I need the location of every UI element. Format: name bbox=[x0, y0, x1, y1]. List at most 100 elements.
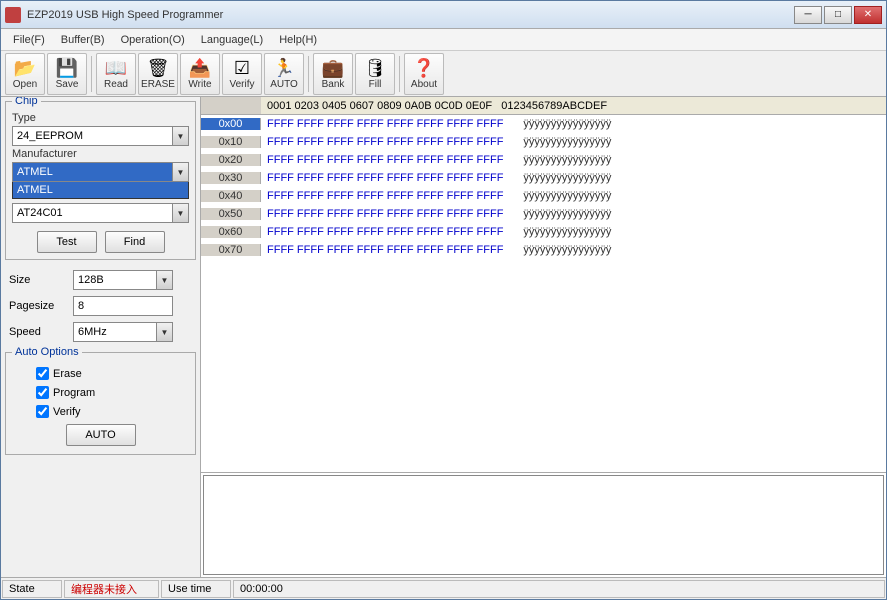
maximize-button[interactable]: □ bbox=[824, 6, 852, 24]
toolbar-label: About bbox=[411, 80, 437, 90]
chevron-down-icon: ▼ bbox=[172, 163, 188, 181]
chip-group-label: Chip bbox=[12, 97, 41, 107]
hex-addr: 0x10 bbox=[201, 136, 261, 148]
hex-header-cols: 0001 0203 0405 0607 0809 0A0B 0C0D 0E0F … bbox=[261, 100, 607, 112]
window-title: EZP2019 USB High Speed Programmer bbox=[27, 9, 794, 21]
hex-addr: 0x30 bbox=[201, 172, 261, 184]
toolbar-label: AUTO bbox=[270, 80, 298, 90]
speed-label: Speed bbox=[9, 326, 69, 338]
close-button[interactable]: ✕ bbox=[854, 6, 882, 24]
hex-bytes: FFFF FFFF FFFF FFFF FFFF FFFF FFFF FFFF bbox=[261, 172, 503, 184]
hex-row[interactable]: 0x70FFFF FFFF FFFF FFFF FFFF FFFF FFFF F… bbox=[201, 241, 886, 259]
hex-bytes: FFFF FFFF FFFF FFFF FFFF FFFF FFFF FFFF bbox=[261, 244, 503, 256]
chip-group: Chip Type 24_EEPROM ▼ Manufacturer ATMEL… bbox=[5, 101, 196, 260]
pagesize-input[interactable] bbox=[73, 296, 173, 316]
toolbar-fill-button[interactable]: 🛢Fill bbox=[355, 53, 395, 95]
hex-bytes: FFFF FFFF FFFF FFFF FFFF FFFF FFFF FFFF bbox=[261, 226, 503, 238]
menu-file[interactable]: File(F) bbox=[5, 31, 53, 49]
toolbar-label: Open bbox=[13, 80, 37, 90]
program-checkbox[interactable] bbox=[36, 386, 49, 399]
toolbar-erase-button[interactable]: 🗑ERASE bbox=[138, 53, 178, 95]
toolbar-about-button[interactable]: ❓About bbox=[404, 53, 444, 95]
hex-ascii: ÿÿÿÿÿÿÿÿÿÿÿÿÿÿÿÿ bbox=[503, 244, 611, 256]
hex-ascii: ÿÿÿÿÿÿÿÿÿÿÿÿÿÿÿÿ bbox=[503, 118, 611, 130]
hex-addr: 0x70 bbox=[201, 244, 261, 256]
toolbar-label: Write bbox=[188, 80, 211, 90]
hex-addr: 0x00 bbox=[201, 118, 261, 130]
toolbar-save-button[interactable]: 💾Save bbox=[47, 53, 87, 95]
bank-icon: 💼 bbox=[321, 57, 345, 79]
toolbar: 📂Open💾Save📖Read🗑ERASE📤Write☑Verify🏃AUTO💼… bbox=[1, 51, 886, 97]
hex-row[interactable]: 0x20FFFF FFFF FFFF FFFF FFFF FFFF FFFF F… bbox=[201, 151, 886, 169]
size-value: 128B bbox=[78, 274, 104, 286]
menu-buffer[interactable]: Buffer(B) bbox=[53, 31, 113, 49]
toolbar-label: Read bbox=[104, 80, 128, 90]
toolbar-bank-button[interactable]: 💼Bank bbox=[313, 53, 353, 95]
hex-header: 0001 0203 0405 0607 0809 0A0B 0C0D 0E0F … bbox=[201, 97, 886, 115]
hex-ascii: ÿÿÿÿÿÿÿÿÿÿÿÿÿÿÿÿ bbox=[503, 172, 611, 184]
speed-combo[interactable]: 6MHz ▼ bbox=[73, 322, 173, 342]
toolbar-label: Fill bbox=[369, 80, 382, 90]
hex-ascii: ÿÿÿÿÿÿÿÿÿÿÿÿÿÿÿÿ bbox=[503, 136, 611, 148]
hex-bytes: FFFF FFFF FFFF FFFF FFFF FFFF FFFF FFFF bbox=[261, 154, 503, 166]
chevron-down-icon: ▼ bbox=[156, 323, 172, 341]
auto-options-label: Auto Options bbox=[12, 346, 82, 358]
toolbar-verify-button[interactable]: ☑Verify bbox=[222, 53, 262, 95]
hex-row[interactable]: 0x10FFFF FFFF FFFF FFFF FFFF FFFF FFFF F… bbox=[201, 133, 886, 151]
erase-checkbox[interactable] bbox=[36, 367, 49, 380]
about-icon: ❓ bbox=[412, 57, 436, 79]
test-button[interactable]: Test bbox=[37, 231, 97, 253]
hex-ascii: ÿÿÿÿÿÿÿÿÿÿÿÿÿÿÿÿ bbox=[503, 226, 611, 238]
erase-label: Erase bbox=[53, 368, 82, 380]
menu-language[interactable]: Language(L) bbox=[193, 31, 271, 49]
hex-bytes: FFFF FFFF FFFF FFFF FFFF FFFF FFFF FFFF bbox=[261, 190, 503, 202]
minimize-button[interactable]: ─ bbox=[794, 6, 822, 24]
menu-help[interactable]: Help(H) bbox=[271, 31, 325, 49]
param-grid: Size 128B ▼ Pagesize Speed 6MHz ▼ bbox=[5, 266, 196, 346]
hex-ascii: ÿÿÿÿÿÿÿÿÿÿÿÿÿÿÿÿ bbox=[503, 154, 611, 166]
auto-button[interactable]: AUTO bbox=[66, 424, 136, 446]
verify-checkbox[interactable] bbox=[36, 405, 49, 418]
hex-bytes: FFFF FFFF FFFF FFFF FFFF FFFF FFFF FFFF bbox=[261, 136, 503, 148]
auto-icon: 🏃 bbox=[272, 57, 296, 79]
chevron-down-icon: ▼ bbox=[156, 271, 172, 289]
toolbar-label: Verify bbox=[229, 80, 254, 90]
left-panel: Chip Type 24_EEPROM ▼ Manufacturer ATMEL… bbox=[1, 97, 201, 577]
verify-label: Verify bbox=[53, 406, 81, 418]
type-label: Type bbox=[12, 112, 189, 124]
statusbar: State 编程器未接入 Use time 00:00:00 bbox=[1, 577, 886, 599]
status-state-label: State bbox=[2, 580, 62, 598]
hex-row[interactable]: 0x30FFFF FFFF FFFF FFFF FFFF FFFF FFFF F… bbox=[201, 169, 886, 187]
toolbar-write-button[interactable]: 📤Write bbox=[180, 53, 220, 95]
hex-addr: 0x60 bbox=[201, 226, 261, 238]
hex-row[interactable]: 0x60FFFF FFFF FFFF FFFF FFFF FFFF FFFF F… bbox=[201, 223, 886, 241]
device-value: AT24C01 bbox=[17, 207, 63, 219]
device-combo[interactable]: AT24C01 ▼ bbox=[12, 203, 189, 223]
type-combo[interactable]: 24_EEPROM ▼ bbox=[12, 126, 189, 146]
hex-row[interactable]: 0x50FFFF FFFF FFFF FFFF FFFF FFFF FFFF F… bbox=[201, 205, 886, 223]
hex-row[interactable]: 0x00FFFF FFFF FFFF FFFF FFFF FFFF FFFF F… bbox=[201, 115, 886, 133]
app-icon bbox=[5, 7, 21, 23]
size-label: Size bbox=[9, 274, 69, 286]
type-value: 24_EEPROM bbox=[17, 130, 83, 142]
speed-value: 6MHz bbox=[78, 326, 107, 338]
toolbar-auto-button[interactable]: 🏃AUTO bbox=[264, 53, 304, 95]
hex-addr: 0x50 bbox=[201, 208, 261, 220]
manufacturer-label: Manufacturer bbox=[12, 148, 189, 160]
toolbar-label: ERASE bbox=[141, 80, 175, 90]
write-icon: 📤 bbox=[188, 57, 212, 79]
menu-operation[interactable]: Operation(O) bbox=[113, 31, 193, 49]
find-button[interactable]: Find bbox=[105, 231, 165, 253]
dropdown-item-atmel[interactable]: ATMEL bbox=[13, 182, 188, 198]
hex-addr: 0x40 bbox=[201, 190, 261, 202]
auto-options-group: Auto Options Erase Program Verify AUTO bbox=[5, 352, 196, 455]
hex-editor[interactable]: 0001 0203 0405 0607 0809 0A0B 0C0D 0E0F … bbox=[201, 97, 886, 473]
toolbar-read-button[interactable]: 📖Read bbox=[96, 53, 136, 95]
toolbar-open-button[interactable]: 📂Open bbox=[5, 53, 45, 95]
hex-ascii: ÿÿÿÿÿÿÿÿÿÿÿÿÿÿÿÿ bbox=[503, 190, 611, 202]
hex-row[interactable]: 0x40FFFF FFFF FFFF FFFF FFFF FFFF FFFF F… bbox=[201, 187, 886, 205]
menubar: File(F) Buffer(B) Operation(O) Language(… bbox=[1, 29, 886, 51]
manufacturer-combo[interactable]: ATMEL ▼ bbox=[12, 162, 189, 182]
status-state-value: 编程器未接入 bbox=[64, 580, 159, 598]
size-combo[interactable]: 128B ▼ bbox=[73, 270, 173, 290]
